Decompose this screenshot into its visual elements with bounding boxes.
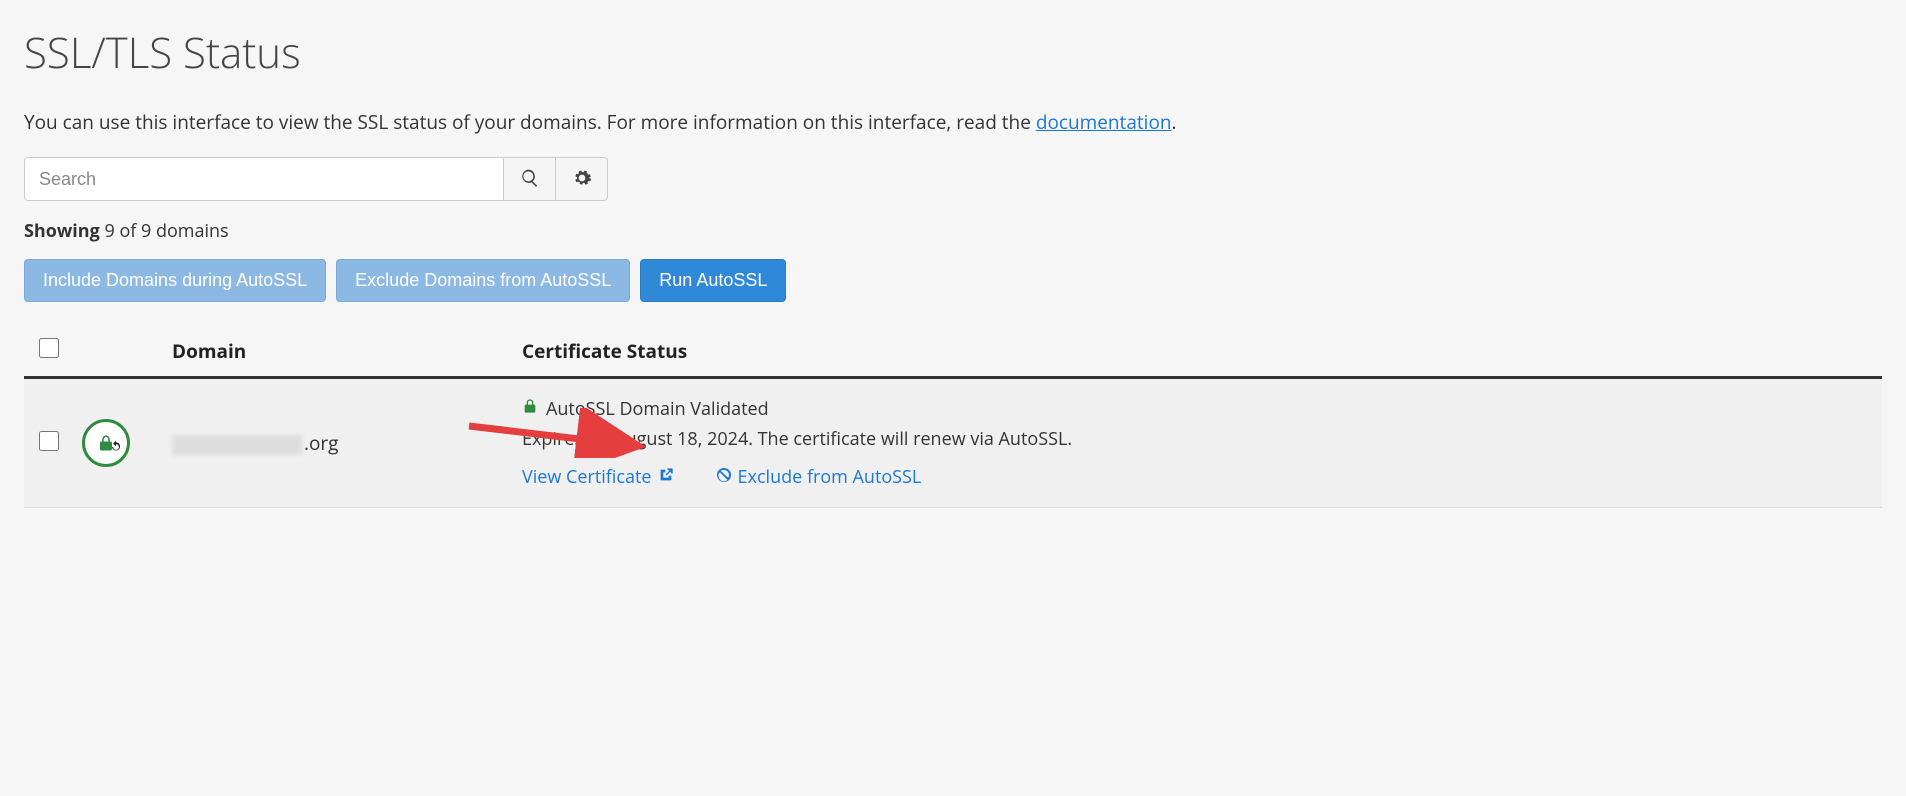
showing-label: Showing	[24, 219, 100, 243]
intro-suffix: .	[1172, 109, 1177, 135]
cert-status-cell: AutoSSL Domain Validated Expires on Augu…	[514, 378, 1882, 508]
intro-prefix: You can use this interface to view the S…	[24, 109, 1036, 135]
domain-cell: .org	[164, 378, 514, 508]
ssl-status-icon	[82, 419, 130, 467]
search-bar	[24, 157, 1882, 201]
documentation-link[interactable]: documentation	[1036, 109, 1172, 135]
header-icon-cell	[74, 328, 164, 378]
renew-icon	[109, 440, 123, 454]
showing-text: 9 of 9 domains	[100, 219, 229, 243]
exclude-domains-button[interactable]: Exclude Domains from AutoSSL	[336, 259, 630, 302]
ban-icon	[716, 465, 732, 489]
header-checkbox-cell	[24, 328, 74, 378]
settings-button[interactable]	[556, 157, 608, 201]
include-domains-button[interactable]: Include Domains during AutoSSL	[24, 259, 326, 302]
search-input[interactable]	[24, 157, 504, 201]
search-button[interactable]	[504, 157, 556, 201]
header-domain: Domain	[164, 328, 514, 378]
external-link-icon	[658, 465, 674, 489]
row-checkbox[interactable]	[39, 431, 59, 451]
exclude-from-autossl-label: Exclude from AutoSSL	[738, 465, 922, 489]
action-buttons: Include Domains during AutoSSL Exclude D…	[24, 259, 1882, 302]
domain-redacted	[172, 435, 302, 455]
view-certificate-label: View Certificate	[522, 465, 652, 489]
page-title: SSL/TLS Status	[24, 24, 1882, 81]
table-row: .org AutoSSL Domain Validated Expires on…	[24, 378, 1882, 508]
domain-suffix: .org	[304, 430, 339, 456]
search-icon	[520, 168, 540, 191]
select-all-checkbox[interactable]	[39, 338, 59, 358]
header-status: Certificate Status	[514, 328, 1882, 378]
intro-text: You can use this interface to view the S…	[24, 109, 1882, 135]
lock-icon	[522, 397, 538, 421]
exclude-from-autossl-link[interactable]: Exclude from AutoSSL	[716, 465, 922, 489]
showing-count: Showing 9 of 9 domains	[24, 219, 1882, 243]
view-certificate-link[interactable]: View Certificate	[522, 465, 674, 489]
gear-icon	[572, 168, 592, 191]
cert-validated-row: AutoSSL Domain Validated	[522, 397, 1874, 421]
run-autossl-button[interactable]: Run AutoSSL	[640, 259, 786, 302]
cert-validated-text: AutoSSL Domain Validated	[546, 397, 769, 421]
domain-table: Domain Certificate Status .org	[24, 328, 1882, 508]
cert-expiry-text: Expires on August 18, 2024. The certific…	[522, 427, 1874, 451]
